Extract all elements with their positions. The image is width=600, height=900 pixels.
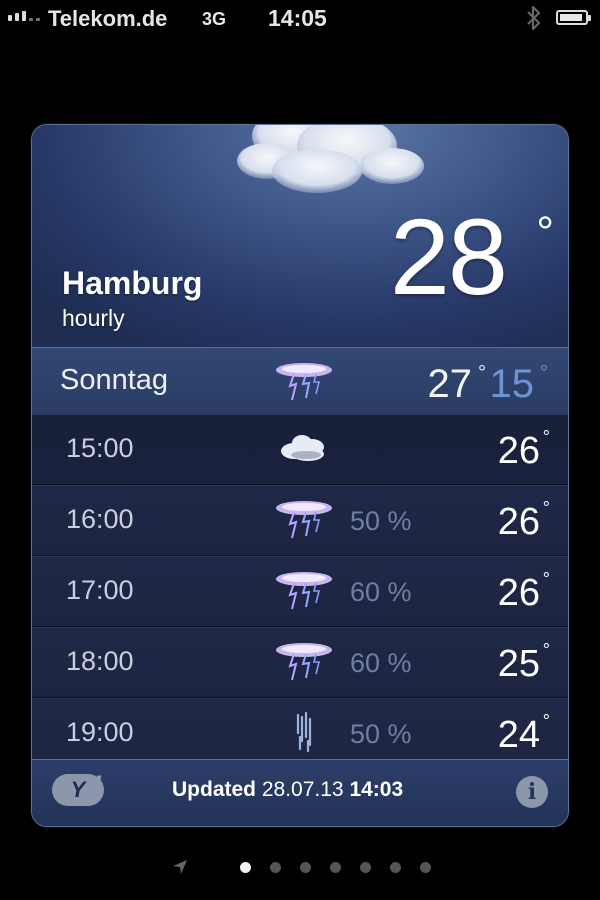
precipitation-chance: 60 % [350,577,412,607]
status-bar: Telekom.de 3G 14:05 [0,0,600,38]
updated-time: 14:03 [349,778,404,801]
hour-time: 18:00 [66,646,134,676]
updated-label: Updated [172,778,256,801]
hour-temp: 26 [497,430,540,472]
hourly-row: 18:00 60 % 25 ° [32,627,568,698]
thunderstorm-icon [272,360,336,409]
hourly-row: 17:00 60 % 26 ° [32,556,568,627]
yahoo-logo-mark: ! [92,770,102,803]
hour-time: 19:00 [66,717,134,747]
precipitation-chance: 50 % [350,719,412,749]
current-temperature: 28 [389,196,508,317]
page-dot[interactable] [300,862,311,873]
updated-date: 28.07.13 [261,778,344,801]
hour-temp-degree: ° [542,569,550,589]
page-indicator[interactable] [0,856,600,878]
day-summary-row: Sonntag 27 ° 15 ° [32,347,568,416]
page-dot[interactable] [360,862,371,873]
hour-time: 15:00 [66,433,134,463]
day-label: Sonntag [60,364,169,396]
day-high-temp: 27 [427,362,473,406]
precipitation-chance: 60 % [350,648,412,678]
hour-temp-degree: ° [542,711,550,731]
hour-time: 17:00 [66,575,134,605]
battery-icon [556,10,591,25]
hour-time: 16:00 [66,504,134,534]
day-low-degree: ° [540,362,548,384]
signal-icon [8,11,40,21]
bluetooth-icon [525,4,543,37]
thunderstorm-icon [272,569,336,618]
page-dot[interactable] [240,862,251,873]
hour-temp: 26 [497,572,540,614]
updated-timestamp: Updated 28.07.13 14:03 [172,778,403,802]
hour-temp: 26 [497,501,540,543]
hourly-row: 16:00 50 % 26 ° [32,485,568,556]
carrier-name: Telekom.de [48,6,168,31]
hour-temp-degree: ° [542,640,550,660]
weather-card: Hamburg hourly 28 ° Sonntag 27 ° 15 ° 15… [31,124,569,827]
cloudy-icon [272,427,336,476]
thunderstorm-icon [272,498,336,547]
status-time: 14:05 [268,5,327,31]
current-temperature-degree: ° [536,208,554,257]
page-dot[interactable] [390,862,401,873]
thunderstorm-icon [272,640,336,689]
page-dot[interactable] [420,862,431,873]
location-arrow-icon [172,859,188,880]
info-icon[interactable]: i [516,776,548,808]
day-low-temp: 15 [489,362,535,406]
hour-temp: 25 [497,643,540,685]
day-high-degree: ° [478,362,486,384]
hour-temp-degree: ° [542,498,550,518]
hour-temp-degree: ° [542,427,550,447]
hour-temp: 24 [497,714,540,756]
page-dot[interactable] [270,862,281,873]
page-dot[interactable] [330,862,341,873]
network-type: 3G [202,9,227,29]
city-name: Hamburg [62,265,203,301]
rain-icon [272,711,336,760]
hourly-list: 15:00 26 ° 16:00 50 % 26 ° 17:00 60 % 26… [32,414,568,769]
precipitation-chance: 50 % [350,506,412,536]
forecast-mode: hourly [62,305,125,331]
hourly-row: 15:00 26 ° [32,414,568,485]
card-footer: Y ! Updated 28.07.13 14:03 i [32,759,568,826]
current-conditions-header: Hamburg hourly 28 ° [32,125,568,347]
